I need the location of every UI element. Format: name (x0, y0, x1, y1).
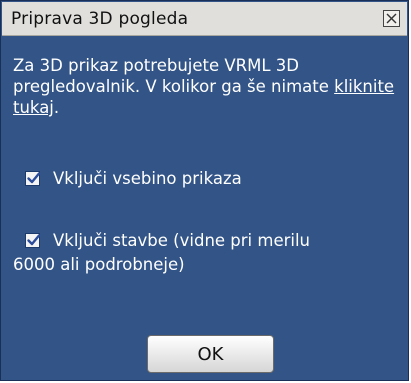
intro-text: Za 3D prikaz potrebujete VRML 3D pregled… (13, 55, 398, 118)
dialog-title: Priprava 3D pogleda (11, 9, 189, 29)
checkmark-icon (27, 172, 41, 184)
include-buildings-label-line1: Vključi stavbe (vidne pri merilu (53, 231, 311, 250)
checkmark-icon (27, 234, 41, 246)
close-icon (386, 13, 397, 24)
dialog-titlebar: Priprava 3D pogleda (2, 2, 407, 36)
include-content-checkbox[interactable] (25, 171, 41, 186)
ok-button[interactable]: OK (147, 335, 274, 373)
option-include-buildings: Vključi stavbe (vidne pri merilu 6000 al… (13, 229, 401, 277)
option-include-content: Vključi vsebino prikaza (25, 167, 242, 191)
intro-text-body: Za 3D prikaz potrebujete VRML 3D pregled… (13, 56, 335, 96)
include-buildings-checkbox[interactable] (25, 233, 41, 248)
prepare-3d-view-dialog: Priprava 3D pogleda Za 3D prikaz potrebu… (0, 0, 409, 381)
close-button[interactable] (383, 10, 400, 27)
intro-text-end: . (53, 98, 60, 117)
include-buildings-label-line2: 6000 ali podrobneje) (13, 255, 185, 274)
include-content-label: Vključi vsebino prikaza (53, 169, 242, 188)
